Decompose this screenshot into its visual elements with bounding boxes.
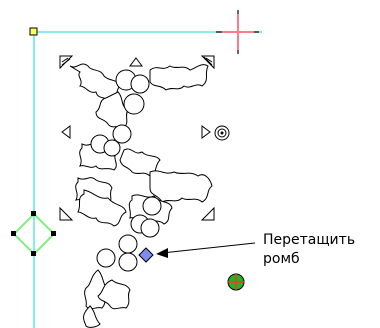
callout-line-1: Перетащить [263, 232, 356, 248]
corner-handle-bottom-left[interactable] [59, 206, 74, 221]
holly-artwork[interactable] [69, 63, 213, 328]
green-circle-crosshair-icon[interactable] [227, 273, 245, 291]
concentric-circle-icon[interactable] [214, 125, 230, 141]
left-middle-triangle-handle[interactable] [61, 125, 71, 139]
top-middle-triangle-handle[interactable] [129, 57, 143, 67]
callout-line-2: ромб [263, 251, 300, 267]
design-canvas[interactable] [0, 0, 380, 328]
callout-label: Перетащить ромб [263, 231, 355, 269]
right-middle-triangle-handle[interactable] [201, 125, 211, 139]
origin-square-icon[interactable] [29, 27, 38, 36]
red-crosshair-icon[interactable] [222, 14, 254, 50]
corner-handle-bottom-right[interactable] [200, 206, 215, 221]
blue-diamond-icon[interactable] [138, 247, 154, 263]
callout-arrow [156, 242, 256, 258]
